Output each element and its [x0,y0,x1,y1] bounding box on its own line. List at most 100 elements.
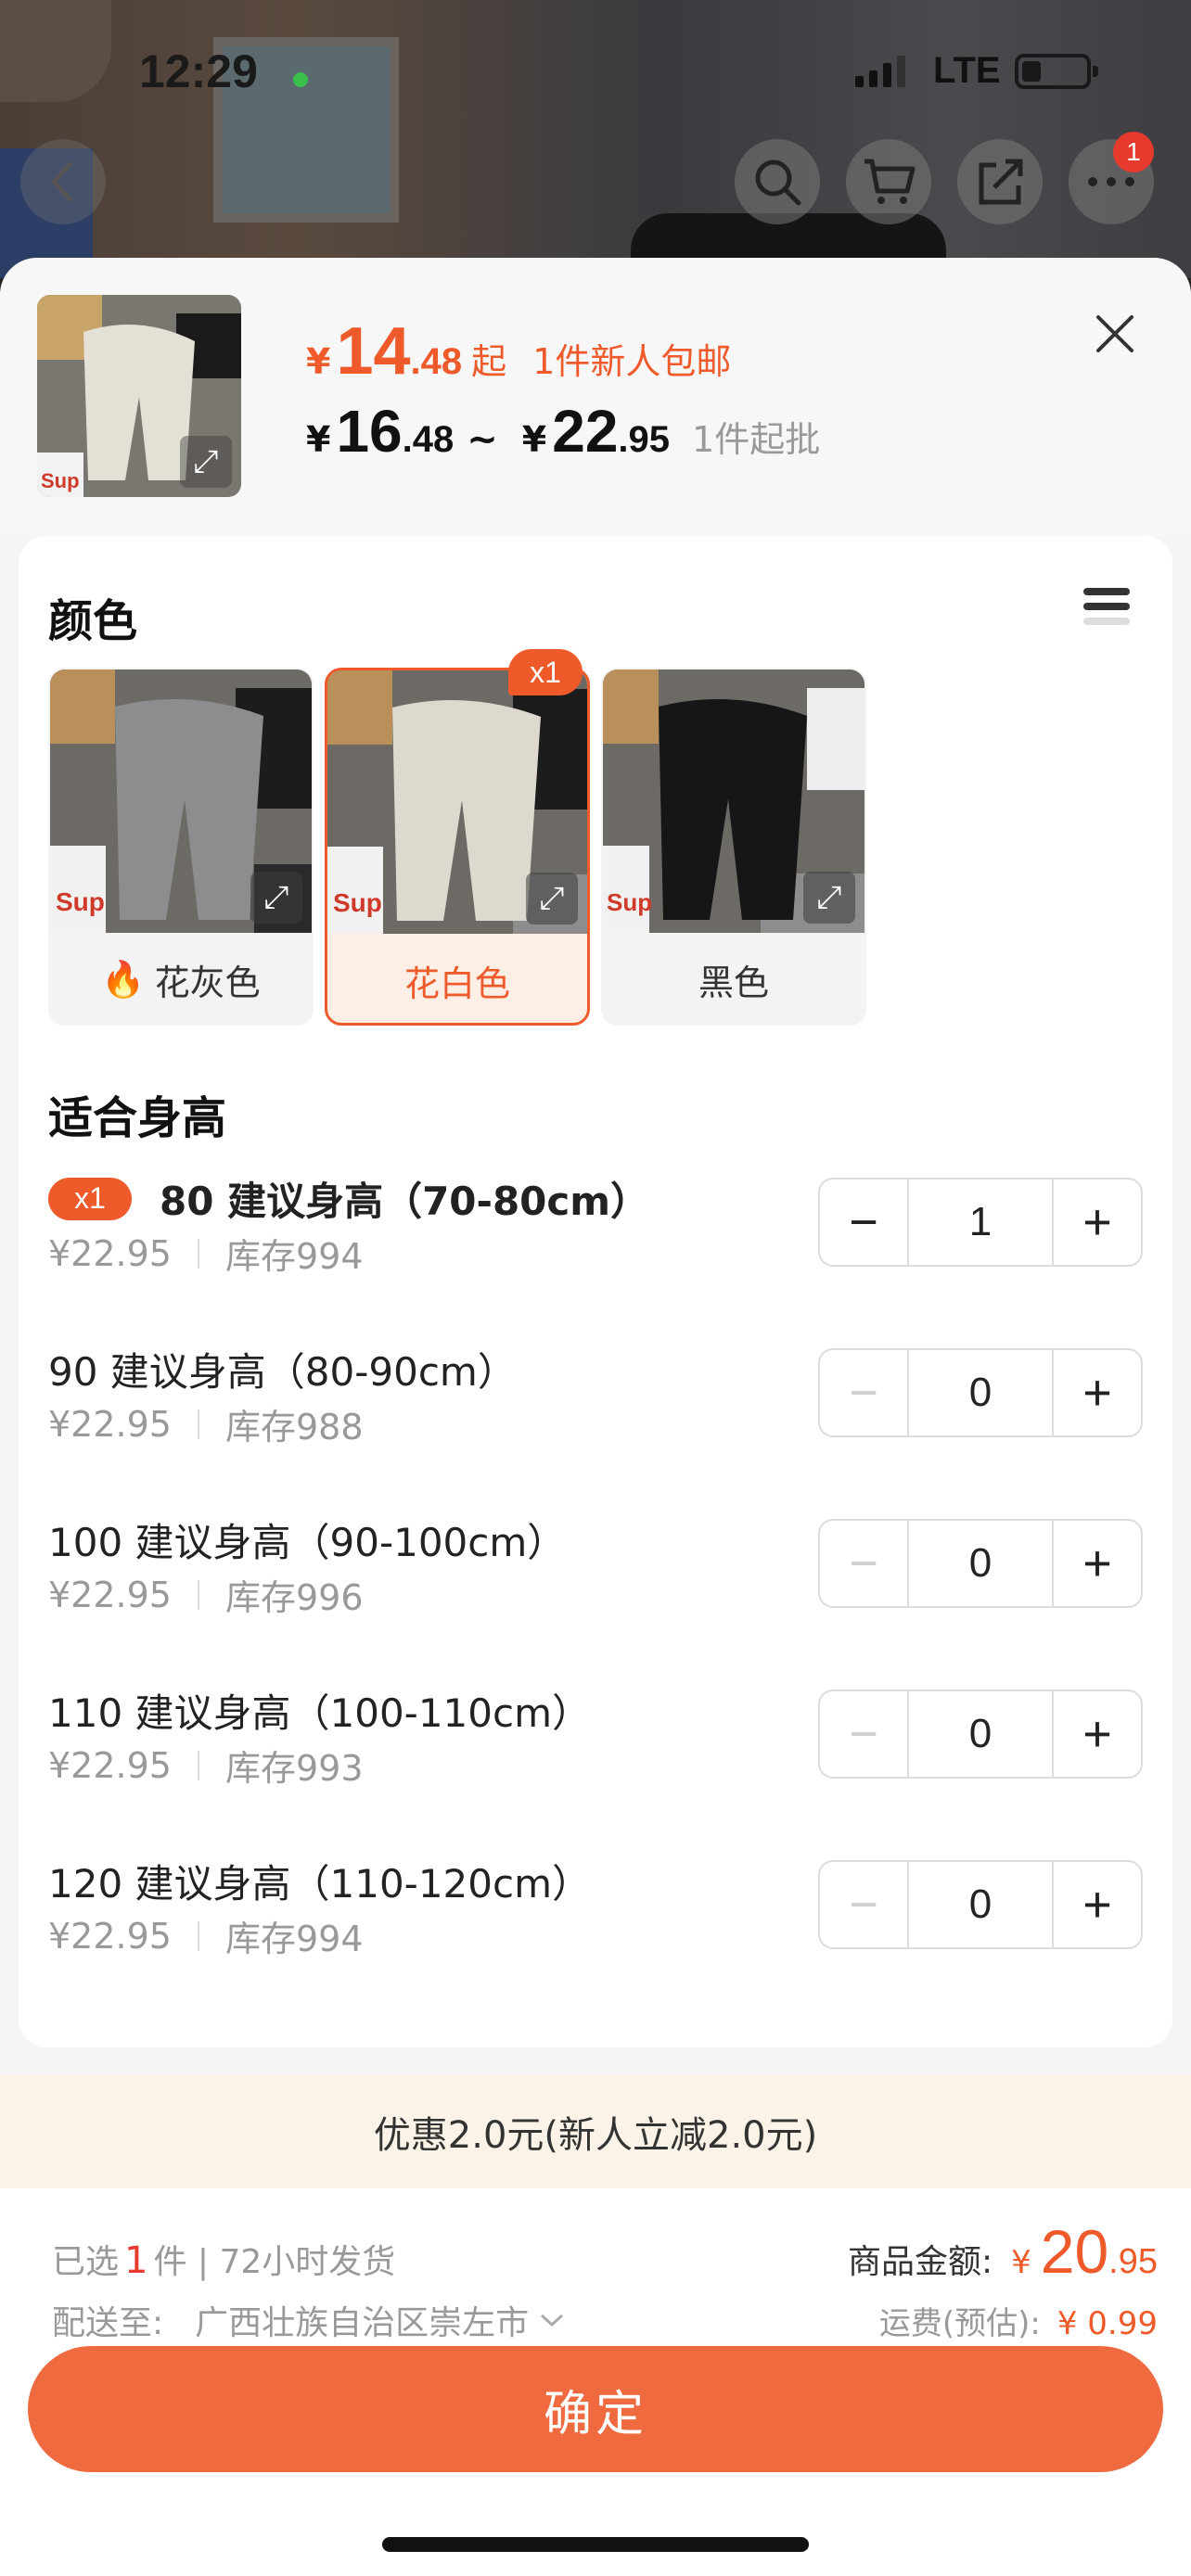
size-stock: 库存994 [224,1919,364,1959]
share-button[interactable] [957,139,1043,224]
decrease-button[interactable]: − [820,1350,907,1435]
share-icon [979,159,1023,205]
size-name-wrap: x1 80 建议身高（70-80cm） [48,1170,649,1227]
network-label: LTE [933,50,1001,91]
size-stock: 库存993 [224,1748,364,1789]
selected-summary: 已选 1 件 | 72小时发货 [52,2235,395,2283]
increase-button[interactable]: + [1054,1862,1141,1947]
size-meta: ¥22.95 库存993 [48,1740,364,1791]
color-image: Sup ⤢ [327,670,587,934]
close-button[interactable] [1085,304,1145,363]
sheet-header: Sup ⤢ ¥ 14 .48 起 1件新人包邮 ¥ 16 .48 ~ ¥ 22 … [0,258,1191,536]
increase-button[interactable]: + [1054,1691,1141,1777]
list-view-icon[interactable] [1083,588,1130,636]
color-label: 花灰色 [154,962,261,1003]
chevron-left-icon [50,161,73,202]
quantity-value[interactable]: 0 [907,1862,1054,1947]
size-meta: ¥22.95 库存994 [48,1910,364,1961]
quantity-stepper: − 0 + [818,1519,1143,1608]
color-option-black[interactable]: Sup ⤢ 黑色 [601,668,866,1026]
product-thumbnail[interactable]: Sup ⤢ [37,295,241,497]
color-label: 花白色 [403,963,510,1004]
amount-currency: ¥ [1011,2244,1031,2281]
decrease-button[interactable]: − [820,1862,907,1947]
selected-suffix: 件 | 72小时发货 [153,2243,396,2281]
close-icon [1096,315,1133,352]
price-decimal: .48 [410,341,463,382]
shipping-fee: 运费(预估): ¥ 0.99 [879,2298,1158,2343]
chevron-down-icon [541,2314,564,2327]
size-row: 100 建议身高（90-100cm） ¥22.95 库存996 − 0 + [48,1511,1143,1641]
svg-text:Sup: Sup [607,888,652,916]
selected-count-tag: x1 [508,649,583,695]
currency-symbol: ¥ [306,341,331,382]
color-image: Sup ⤢ [50,670,312,933]
quantity-value[interactable]: 0 [907,1691,1054,1777]
amount-decimal: .95 [1108,2242,1158,2281]
status-bar: 12:29 LTE [0,0,1191,139]
selected-prefix: 已选 [52,2243,120,2281]
search-button[interactable] [735,139,820,224]
increase-button[interactable]: + [1054,1521,1141,1606]
fee-label: 运费(预估): [878,2305,1041,2342]
range-high-integer: 22 [552,398,619,465]
quantity-stepper: − 0 + [818,1690,1143,1779]
cart-button[interactable] [846,139,931,224]
increase-button[interactable]: + [1054,1350,1141,1435]
currency-symbol: ¥ [306,419,331,460]
price-suffix: 起 [471,341,507,382]
ship-label: 配送至: [52,2304,164,2342]
size-stock: 库存994 [224,1236,364,1277]
battery-icon [1015,54,1098,89]
expand-icon[interactable]: ⤢ [250,872,302,924]
ship-address: 广西壮族自治区崇左市 [195,2304,530,2342]
expand-icon[interactable]: ⤢ [180,436,232,488]
selected-count: 1 [124,2239,148,2282]
signal-icon [855,56,905,87]
decrease-button[interactable]: − [820,1521,907,1606]
quantity-value[interactable]: 0 [907,1521,1054,1606]
expand-icon[interactable]: ⤢ [803,872,855,924]
quantity-value[interactable]: 1 [907,1180,1054,1265]
color-option-gray[interactable]: Sup ⤢ 🔥 花灰色 [48,668,314,1026]
color-section-title: 颜色 [48,595,138,647]
search-icon [755,159,801,206]
size-name: 120 建议身高（110-120cm） [48,1861,592,1906]
decrease-button[interactable]: − [820,1180,907,1265]
ship-to[interactable]: 配送至: 广西壮族自治区崇左市 [52,2296,566,2344]
back-button[interactable] [20,139,106,224]
color-option-white[interactable]: Sup ⤢ 花白色 [325,668,590,1026]
decrease-button[interactable]: − [820,1691,907,1777]
size-price: ¥22.95 [48,1232,172,1274]
size-row: 120 建议身高（110-120cm） ¥22.95 库存994 − 0 + [48,1853,1143,1983]
range-low-integer: 16 [336,398,403,465]
expand-icon[interactable]: ⤢ [526,873,578,925]
svg-text:Sup: Sup [56,887,105,916]
home-indicator [382,2537,809,2552]
size-price: ¥22.95 [48,1574,172,1615]
size-meta: ¥22.95 库存996 [48,1569,364,1620]
amount-integer: 20 [1040,2217,1109,2286]
range-low-decimal: .48 [402,419,455,460]
size-price: ¥22.95 [48,1915,172,1957]
size-price: ¥22.95 [48,1403,172,1445]
size-row: x1 80 建议身高（70-80cm） ¥22.95 库存994 − 1 + [48,1170,1143,1300]
quantity-stepper: − 0 + [818,1860,1143,1949]
size-row: 110 建议身高（100-110cm） ¥22.95 库存993 − 0 + [48,1682,1143,1812]
more-button[interactable]: 1 [1069,132,1154,224]
svg-text:Sup: Sup [333,888,382,917]
range-high-decimal: .95 [618,419,671,460]
price-range: ¥ 16 .48 ~ ¥ 22 .95 1件起批 [306,397,820,465]
confirm-button[interactable]: 确定 [28,2346,1163,2472]
mic-indicator-icon [293,72,308,87]
cart-icon [864,159,916,204]
size-count-tag: x1 [48,1177,132,1220]
amount-label: 商品金额: [847,2243,993,2281]
color-label-row: 黑色 [603,933,864,1024]
color-label-row: 🔥 花灰色 [50,933,312,1024]
status-time: 12:29 [139,45,258,97]
increase-button[interactable]: + [1054,1180,1141,1265]
more-icon [1088,177,1134,186]
quantity-value[interactable]: 0 [907,1350,1054,1435]
promo-text: 1件新人包邮 [532,341,732,382]
